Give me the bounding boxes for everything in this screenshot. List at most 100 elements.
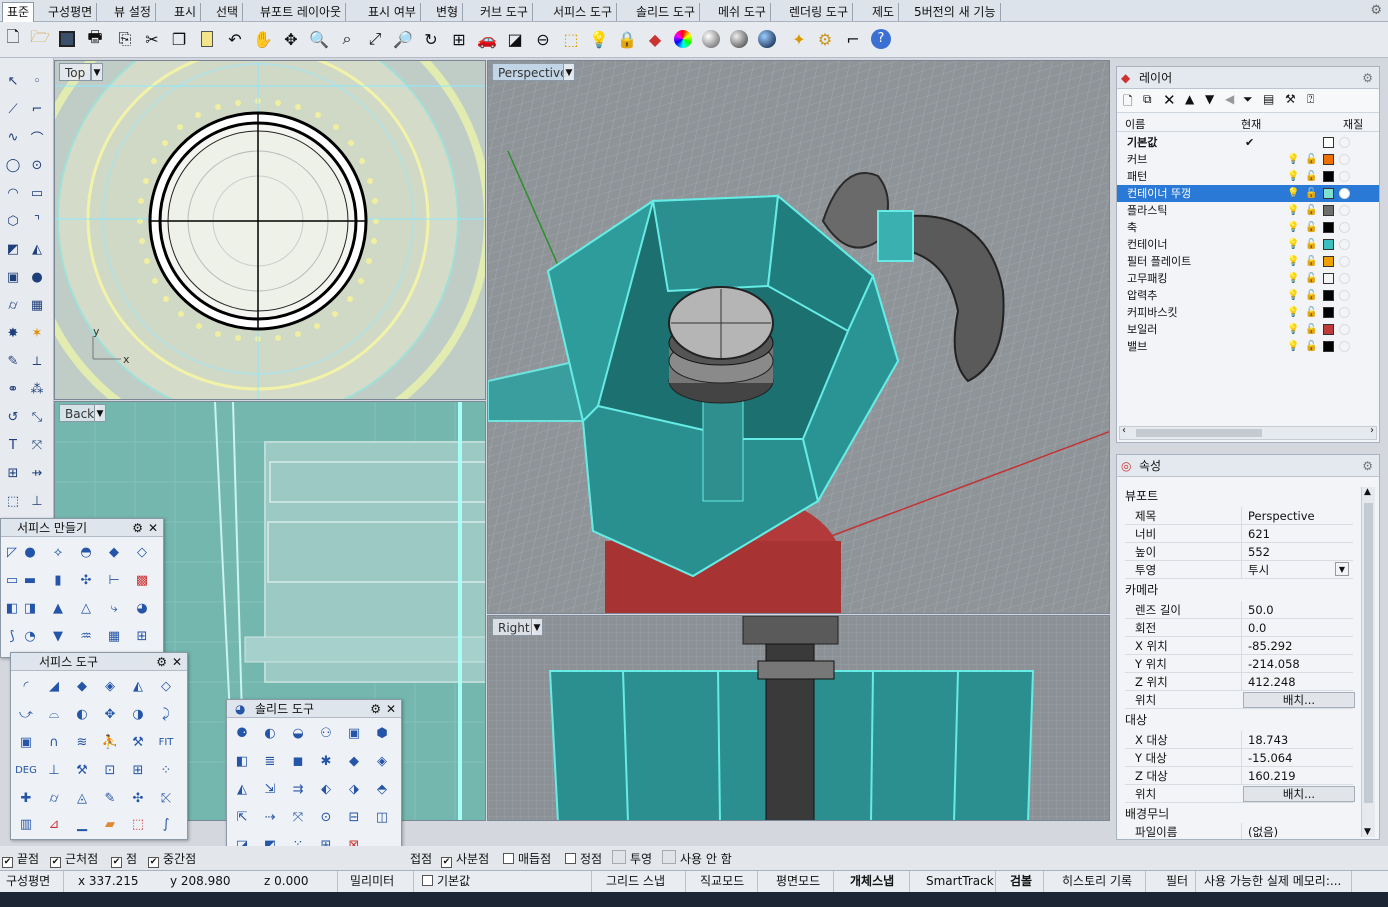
- surface-wave-icon[interactable]: ♒: [75, 625, 97, 647]
- section-camera[interactable]: 카메라: [1125, 581, 1158, 599]
- close-icon[interactable]: ✕: [172, 653, 182, 671]
- untrim-icon[interactable]: ⚒: [71, 759, 93, 781]
- line-icon[interactable]: ⟋: [2, 98, 24, 120]
- layer-material-icon[interactable]: [1339, 205, 1350, 216]
- cylinder-surface-icon[interactable]: ⌭: [43, 787, 65, 809]
- person-icon[interactable]: ⛹: [99, 731, 121, 753]
- visibility-bulb-icon[interactable]: 💡: [1287, 321, 1299, 338]
- blend-surface-icon[interactable]: ◈: [99, 675, 121, 697]
- circle-center-icon[interactable]: ⊙: [26, 154, 48, 176]
- color-wheel-icon[interactable]: [670, 26, 696, 52]
- tab-mesh-tools[interactable]: 메쉬 도구: [714, 3, 771, 21]
- join-icon[interactable]: ⚭: [2, 378, 24, 400]
- checkbox-icon[interactable]: ✔: [441, 857, 452, 868]
- arch-icon[interactable]: ∩: [43, 731, 65, 753]
- layer-color-swatch[interactable]: [1323, 290, 1334, 301]
- surface-sweep-icon[interactable]: ◓: [75, 541, 97, 563]
- paste-icon[interactable]: [194, 26, 220, 52]
- scroll-up-icon[interactable]: ▲: [1364, 487, 1371, 497]
- layer-color-swatch[interactable]: [1323, 256, 1334, 267]
- surface-patch-icon[interactable]: ◆: [103, 541, 125, 563]
- prop-title-field[interactable]: Perspective: [1241, 507, 1351, 525]
- extend-surface-icon[interactable]: ⤻: [15, 703, 37, 725]
- light-icon[interactable]: 💡: [586, 26, 612, 52]
- rotate-hole-icon[interactable]: ◫: [371, 806, 393, 828]
- rectangle-icon[interactable]: ▭: [26, 182, 48, 204]
- layer-color-swatch[interactable]: [1323, 154, 1334, 165]
- help-icon[interactable]: ⍰: [1307, 92, 1314, 107]
- osnap-vertex[interactable]: 정점: [565, 850, 602, 867]
- unlock-icon[interactable]: 🔓: [1305, 219, 1317, 236]
- surface-heightfield-icon[interactable]: ▩: [131, 569, 153, 591]
- status-filter[interactable]: 필터: [1160, 871, 1196, 892]
- render-scene-icon[interactable]: ◪: [502, 26, 528, 52]
- status-layer[interactable]: 기본값: [416, 871, 592, 892]
- gear-solid-icon[interactable]: ✱: [315, 750, 337, 772]
- surface-sphere-icon[interactable]: ●: [19, 541, 41, 563]
- connect-surface-icon[interactable]: ⌓: [43, 703, 65, 725]
- tab-viewport-layout[interactable]: 뷰포트 레이아웃: [256, 3, 347, 21]
- arc-icon[interactable]: ◠: [2, 182, 24, 204]
- unlock-icon[interactable]: 🔓: [1305, 253, 1317, 270]
- visibility-bulb-icon[interactable]: 💡: [1287, 236, 1299, 253]
- section-target[interactable]: 대상: [1125, 711, 1147, 729]
- polygon-icon[interactable]: ⬡: [2, 210, 24, 232]
- tab-transform[interactable]: 변형: [432, 3, 464, 21]
- scroll-left-icon[interactable]: ‹: [1122, 425, 1126, 436]
- filter-icon[interactable]: ⏷: [1243, 92, 1253, 107]
- rebuild-surface-icon[interactable]: ✥: [99, 703, 121, 725]
- surface-extrude-icon[interactable]: ▮: [47, 569, 69, 591]
- split-face-icon[interactable]: ⬖: [315, 778, 337, 800]
- move-down-icon[interactable]: ▼: [1205, 92, 1214, 106]
- gear-icon[interactable]: ⚙: [1362, 67, 1373, 89]
- offset-surface-icon[interactable]: ◆: [71, 675, 93, 697]
- pins-icon[interactable]: ⊿: [43, 813, 65, 835]
- layer-color-swatch[interactable]: [1323, 137, 1334, 148]
- surface-blend-icon[interactable]: ◇: [131, 541, 153, 563]
- layer-material-icon[interactable]: [1339, 290, 1350, 301]
- boolean-union-icon[interactable]: ⚈: [231, 722, 253, 744]
- status-planar[interactable]: 평면모드: [770, 871, 834, 892]
- twist-icon[interactable]: ⤪: [155, 787, 177, 809]
- prop-ztgt-field[interactable]: 160.219: [1241, 767, 1351, 785]
- layer-material-icon[interactable]: [1339, 307, 1350, 318]
- match-surface-icon[interactable]: ◭: [127, 675, 149, 697]
- zoom-extents-icon[interactable]: ⤢: [362, 26, 388, 52]
- place-camera-button[interactable]: 배치...: [1243, 692, 1355, 708]
- variable-fillet-icon[interactable]: ◐: [71, 703, 93, 725]
- layer-row[interactable]: 필터 플레이트 💡 🔓: [1117, 253, 1379, 270]
- surface-ellipsoid-icon[interactable]: ◕: [131, 597, 153, 619]
- round-hole-icon[interactable]: ⊙: [315, 806, 337, 828]
- array-hole-icon[interactable]: ⊟: [343, 806, 365, 828]
- osnap-quad[interactable]: ✔ 사분점: [441, 850, 489, 868]
- unlock-icon[interactable]: 🔓: [1305, 168, 1317, 185]
- layers-hscrollbar[interactable]: ‹ ›: [1119, 425, 1377, 440]
- layer-color-swatch[interactable]: [1323, 239, 1334, 250]
- layer-row[interactable]: 축 💡 🔓: [1117, 219, 1379, 236]
- ruler-icon[interactable]: ⊥: [26, 490, 48, 512]
- settings-gear-icon[interactable]: ⚙: [1370, 3, 1382, 18]
- pts-grid-icon[interactable]: ⁘: [155, 759, 177, 781]
- boolean-intersect-icon[interactable]: ◒: [287, 722, 309, 744]
- col-current[interactable]: 현재: [1241, 116, 1261, 132]
- move-face-icon[interactable]: ◭: [231, 778, 253, 800]
- flow-icon[interactable]: ✣: [127, 787, 149, 809]
- chamfer-edge-icon[interactable]: ◼: [287, 750, 309, 772]
- surface-corner-icon[interactable]: ◩: [2, 238, 24, 260]
- unlock-icon[interactable]: 🔓: [1305, 185, 1317, 202]
- col-material[interactable]: 재질: [1343, 116, 1363, 132]
- layer-material-icon[interactable]: [1339, 256, 1350, 267]
- curve-on-surface-icon[interactable]: ∫: [155, 813, 177, 835]
- trim-surface-icon[interactable]: ⊥: [43, 759, 65, 781]
- visibility-bulb-icon[interactable]: 💡: [1287, 168, 1299, 185]
- ruler-surface-icon[interactable]: ▁: [71, 813, 93, 835]
- pan-icon[interactable]: ✋: [250, 26, 276, 52]
- surface-pyramid-icon[interactable]: △: [75, 597, 97, 619]
- tab-display[interactable]: 표시: [170, 3, 202, 21]
- prop-file-field[interactable]: (없음): [1241, 823, 1351, 839]
- close-icon[interactable]: ✕: [148, 519, 158, 537]
- boolean-difference-icon[interactable]: ◐: [259, 722, 281, 744]
- tools-icon[interactable]: ⚒: [1285, 92, 1296, 106]
- unlock-icon[interactable]: 🔓: [1305, 287, 1317, 304]
- viewport-label-right[interactable]: Right: [492, 618, 536, 636]
